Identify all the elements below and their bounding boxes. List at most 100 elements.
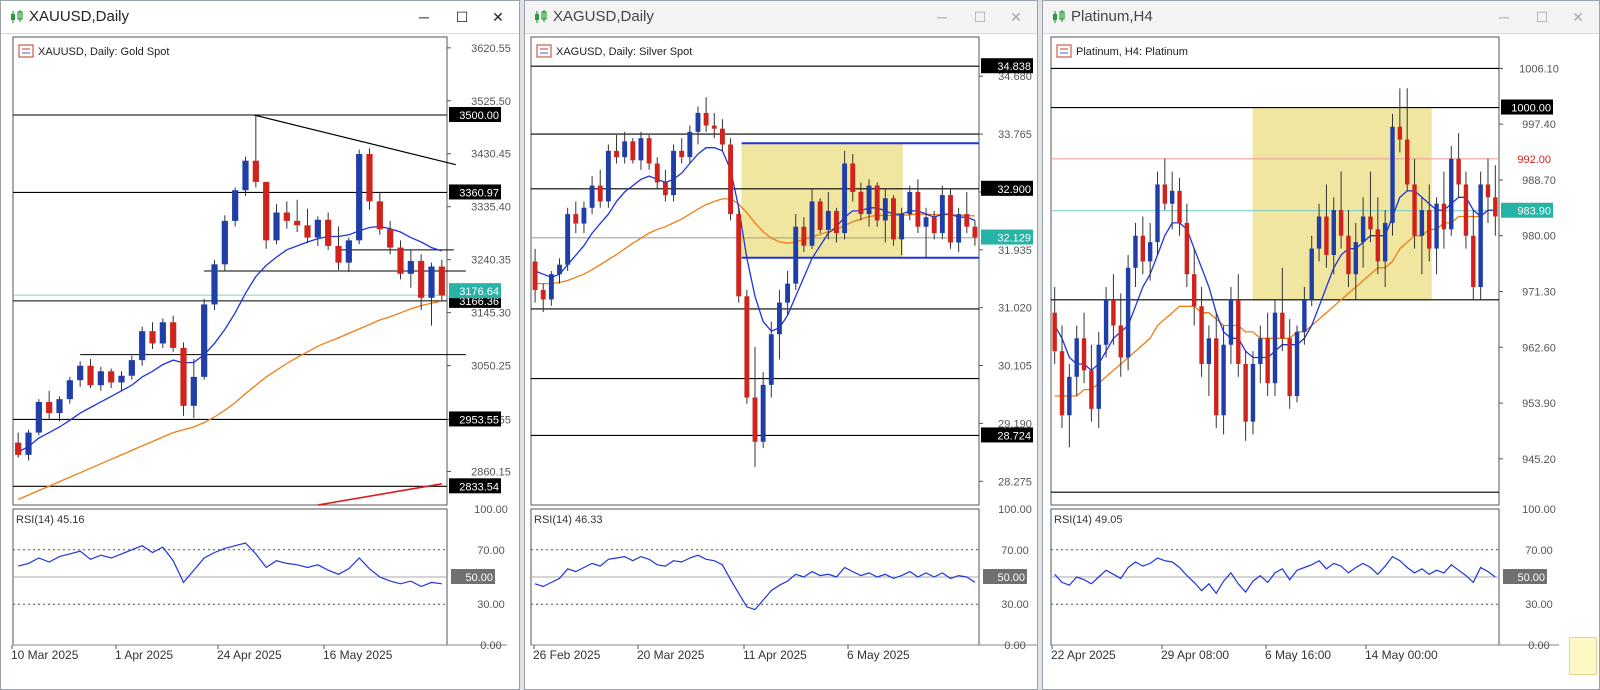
rsi-line — [534, 554, 976, 611]
candle-body — [180, 347, 187, 406]
sticky-note[interactable] — [1569, 637, 1597, 675]
candlestick-chart-icon — [11, 10, 23, 23]
candle-body — [294, 220, 301, 226]
price-chart[interactable]: Platinum, H4: Platinum 1006.10 997.40 988.7… — [1043, 33, 1599, 689]
candle-body — [581, 207, 587, 224]
maximize-button[interactable]: ☐ — [1529, 6, 1555, 28]
price-tick-label: 3430.45 — [471, 149, 511, 161]
candle-body — [35, 401, 42, 433]
chart-legend-icon — [18, 44, 34, 58]
candle-body — [139, 331, 146, 361]
candle-body — [66, 380, 73, 400]
window-titlebar[interactable]: Platinum,H4 ─ ☐ ✕ — [1043, 1, 1599, 34]
chart-legend-icon — [1056, 44, 1072, 58]
price-tick-label: 962.60 — [1522, 342, 1556, 354]
candle-body — [923, 217, 929, 227]
candle-body — [540, 289, 546, 300]
candle-body — [1272, 312, 1278, 384]
chart-legend-icon — [1056, 44, 1072, 58]
maximize-button[interactable]: ☐ — [967, 6, 993, 28]
close-button[interactable]: ✕ — [485, 6, 511, 28]
candle-body — [874, 185, 880, 221]
date-label: 6 May 2025 — [847, 648, 910, 662]
price-tick-label: 31.020 — [998, 303, 1032, 315]
candle-body — [557, 264, 562, 275]
candle-body — [428, 266, 435, 298]
price-chart[interactable]: XAUUSD, Daily: Gold Spot 3620.55 3525.50 34… — [1, 33, 519, 689]
candle-body — [630, 141, 636, 161]
price-tick-label: 988.70 — [1522, 175, 1556, 187]
candle-body — [736, 214, 742, 297]
level-price-label: 1000.00 — [1511, 103, 1551, 115]
candle-body — [646, 138, 652, 164]
chart-window-xauusd[interactable]: XAUUSD,Daily ─ ☐ ✕ XAUUSD, Daily: Gold S… — [0, 0, 520, 690]
chart-window-xagusd[interactable]: XAGUSD,Daily ─ ☐ ✕ XAGUSD, Daily: Silver… — [524, 0, 1038, 690]
candle-body — [1485, 184, 1491, 198]
candle-body — [1294, 331, 1300, 397]
candle-body — [622, 141, 628, 158]
minimize-button[interactable]: ─ — [411, 6, 437, 28]
candle-body — [1390, 126, 1395, 223]
rsi-tick-label: 100.00 — [998, 504, 1032, 516]
candle-body — [356, 154, 363, 241]
candle-body — [1441, 203, 1447, 230]
close-button[interactable]: ✕ — [1565, 6, 1591, 28]
candle-body — [972, 226, 978, 238]
candle-body — [614, 150, 619, 158]
candle-body — [891, 198, 896, 240]
maximize-button[interactable]: ☐ — [449, 6, 475, 28]
candle-body — [211, 264, 218, 305]
candle-body — [1375, 229, 1381, 262]
candle-body — [842, 163, 848, 234]
candle-body — [703, 112, 709, 126]
candle-body — [1155, 184, 1160, 243]
candle-body — [1434, 203, 1439, 249]
level-price-label: 2953.55 — [459, 414, 499, 426]
window-title: XAUUSD,Daily — [29, 8, 130, 25]
date-label: 26 Feb 2025 — [533, 648, 601, 662]
candle-body — [1316, 216, 1322, 249]
candle-body — [1096, 344, 1101, 409]
candle-body — [1089, 370, 1094, 409]
current-price-label: 3176.64 — [459, 286, 499, 298]
candle-body — [687, 131, 693, 158]
date-label: 29 Apr 08:00 — [1161, 648, 1229, 662]
rsi-line — [1054, 555, 1496, 595]
level-price-label: 28.724 — [997, 430, 1031, 442]
chart-legend-label: XAUUSD, Daily: Gold Spot — [38, 46, 169, 58]
window-titlebar[interactable]: XAGUSD,Daily ─ ☐ ✕ — [525, 1, 1037, 34]
rsi-tick-label: 30.00 — [1525, 599, 1553, 611]
candle-body — [899, 214, 905, 240]
candle-body — [1059, 351, 1065, 416]
window-titlebar[interactable]: XAUUSD,Daily ─ ☐ ✕ — [1, 1, 519, 34]
chart-legend-icon — [536, 44, 552, 58]
candle-body — [1419, 210, 1425, 236]
minimize-button[interactable]: ─ — [929, 6, 955, 28]
candle-body — [159, 322, 166, 344]
close-button[interactable]: ✕ — [1003, 6, 1029, 28]
candle-body — [1147, 242, 1153, 262]
candle-body — [1228, 299, 1234, 345]
candle-body — [573, 214, 579, 224]
candle-body — [1309, 248, 1314, 300]
level-price-label: 32.129 — [997, 233, 1031, 245]
rsi-tick-label: 50.00 — [465, 572, 493, 584]
candle-body — [850, 163, 856, 192]
price-tick-label: 3525.50 — [471, 96, 511, 108]
candle-body — [1397, 126, 1403, 140]
candle-body — [882, 198, 888, 221]
candle-body — [744, 296, 750, 398]
candle-body — [1412, 184, 1417, 236]
price-chart[interactable]: XAGUSD, Daily: Silver Spot34.68033.76532… — [525, 33, 1037, 689]
chart-window-platinum[interactable]: Platinum,H4 ─ ☐ ✕ Platinum, H4: Platinum… — [1042, 0, 1600, 690]
candle-body — [1125, 267, 1131, 358]
level-price-label: 34.838 — [997, 61, 1031, 73]
candle-body — [221, 220, 228, 265]
candle-body — [834, 210, 839, 234]
minimize-button[interactable]: ─ — [1491, 6, 1517, 28]
candle-body — [1258, 338, 1263, 364]
candle-body — [108, 371, 115, 383]
candle-body — [1236, 299, 1241, 364]
level-price-label: 992.00 — [1517, 154, 1551, 166]
date-label: 1 Apr 2025 — [115, 648, 173, 662]
